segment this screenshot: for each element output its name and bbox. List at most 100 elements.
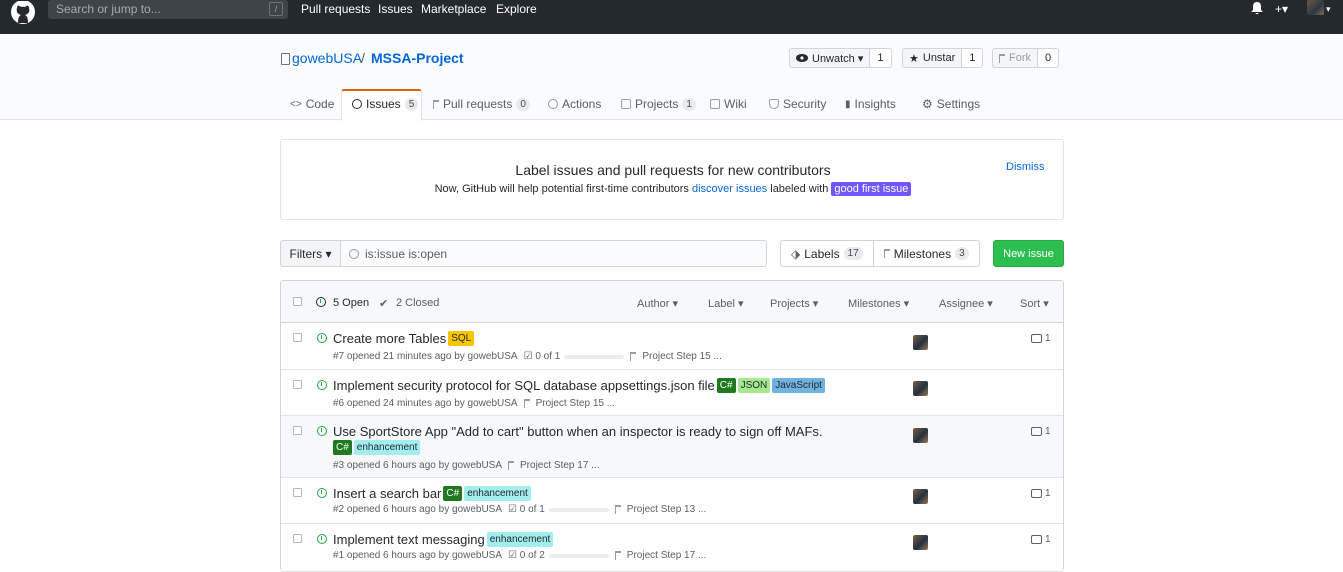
tab-insights[interactable]: ▮ Insights	[845, 97, 896, 111]
discover-issues-link[interactable]: discover issues	[692, 183, 767, 195]
bell-icon[interactable]	[1251, 2, 1263, 15]
issue-checkbox[interactable]	[293, 333, 302, 342]
tab-wiki[interactable]: Wiki	[710, 97, 747, 111]
user-menu-caret-icon[interactable]: ▾	[1326, 4, 1331, 15]
issue-title-link[interactable]: Implement security protocol for SQL data…	[333, 378, 715, 393]
issue-label[interactable]: C#	[443, 486, 463, 501]
nav-marketplace[interactable]: Marketplace	[421, 2, 486, 16]
unwatch-button-group: Unwatch ▾ 1	[789, 48, 892, 68]
unstar-label: Unstar	[922, 52, 956, 64]
issue-meta: #7 opened 21 minutes ago by gowebUSA ☑ 0…	[333, 351, 722, 362]
assignee-avatar[interactable]	[913, 428, 928, 443]
issue-checkbox[interactable]	[293, 488, 302, 497]
tab-security[interactable]: Security	[769, 97, 826, 111]
tab-insights-label: Insights	[854, 97, 896, 111]
tab-projects[interactable]: Projects 1	[621, 97, 696, 111]
projects-dropdown[interactable]: Projects ▾	[770, 297, 818, 310]
issue-label[interactable]: enhancement	[353, 440, 421, 455]
select-all-checkbox[interactable]	[293, 297, 302, 306]
issue-project-link[interactable]: Project Step 15 ...	[642, 351, 722, 362]
issue-label[interactable]: C#	[716, 378, 736, 393]
issue-title-link[interactable]: Insert a search bar	[333, 486, 441, 501]
filters-button[interactable]: Filters ▾	[280, 240, 341, 267]
assignee-avatar[interactable]	[913, 535, 928, 550]
issue-label[interactable]: SQL	[448, 331, 475, 346]
nav-explore[interactable]: Explore	[496, 2, 537, 16]
issue-checkbox[interactable]	[293, 534, 302, 543]
repo-owner-link[interactable]: gowebUSA	[292, 50, 362, 66]
issue-row[interactable]: Insert a search bar C# enhancement #2 op…	[281, 478, 1063, 524]
open-issues-filter[interactable]: 5 Open	[333, 297, 369, 309]
comments-link[interactable]: 1	[1031, 534, 1051, 545]
nav-pull-requests[interactable]: Pull requests	[301, 2, 370, 16]
labels-label: Labels	[804, 246, 840, 261]
stargazers-count[interactable]: 1	[962, 48, 984, 68]
tab-settings[interactable]: ⚙ Settings	[922, 97, 980, 111]
sort-dropdown[interactable]: Sort ▾	[1020, 297, 1049, 310]
issue-project-link[interactable]: Project Step 13 ...	[627, 504, 707, 515]
milestones-dropdown[interactable]: Milestones ▾	[848, 297, 909, 310]
issue-checkbox[interactable]	[293, 426, 302, 435]
issue-label[interactable]: JSON	[737, 378, 771, 393]
comments-count: 1	[1045, 333, 1051, 344]
comments-link[interactable]: 1	[1031, 426, 1051, 437]
assignee-avatar[interactable]	[913, 381, 928, 396]
watchers-count[interactable]: 1	[870, 48, 892, 68]
tab-code[interactable]: <> Code	[290, 97, 334, 111]
comment-icon	[1031, 427, 1042, 436]
dismiss-button[interactable]: Dismiss	[1006, 161, 1045, 173]
milestones-button[interactable]: Milestones 3	[872, 241, 979, 266]
closed-issues-filter[interactable]: 2 Closed	[396, 297, 439, 309]
issue-project-link[interactable]: Project Step 17 ...	[627, 550, 707, 561]
issue-search-input[interactable]: is:issue is:open	[340, 240, 767, 267]
unstar-button-group: ★ Unstar 1	[902, 48, 984, 68]
comments-count: 1	[1045, 426, 1051, 437]
issue-search-query: is:issue is:open	[365, 246, 448, 261]
tab-actions[interactable]: Actions	[548, 97, 601, 111]
task-progress: ☑ 0 of 1	[524, 351, 625, 362]
issue-title-line: Implement security protocol for SQL data…	[333, 378, 825, 393]
good-first-issue-label[interactable]: good first issue	[831, 182, 912, 196]
issue-project-link[interactable]: Project Step 17 ...	[520, 460, 600, 471]
assignee-avatar[interactable]	[913, 489, 928, 504]
tab-issues[interactable]: Issues 5	[352, 97, 419, 111]
issue-row[interactable]: Implement security protocol for SQL data…	[281, 370, 1063, 416]
author-dropdown[interactable]: Author ▾	[637, 297, 678, 310]
issue-title-line: Use SportStore App "Add to cart" button …	[333, 424, 823, 439]
unstar-button[interactable]: ★ Unstar	[902, 48, 963, 68]
new-issue-button[interactable]: New issue	[993, 240, 1064, 267]
issue-checkbox[interactable]	[293, 380, 302, 389]
comments-link[interactable]: 1	[1031, 488, 1051, 499]
issue-title-link[interactable]: Create more Tables	[333, 331, 446, 346]
issue-title-link[interactable]: Implement text messaging	[333, 532, 485, 547]
label-dropdown[interactable]: Label ▾	[708, 297, 744, 310]
assignee-avatar[interactable]	[913, 335, 928, 350]
fork-button[interactable]: Fork	[992, 48, 1038, 68]
issue-row[interactable]: Create more Tables SQL #7 opened 21 minu…	[281, 323, 1063, 370]
repo-name-link[interactable]: MSSA-Project	[371, 50, 464, 66]
issue-opened-icon	[317, 488, 327, 498]
github-logo-icon[interactable]	[10, 1, 36, 27]
fork-button-group: Fork 0	[992, 48, 1060, 68]
issue-project-link[interactable]: Project Step 15 ...	[536, 398, 616, 409]
issue-title-line: Create more Tables SQL	[333, 331, 475, 346]
issue-opened-meta: #3 opened 6 hours ago by gowebUSA	[333, 460, 503, 471]
labels-button[interactable]: ⬗ Labels 17	[781, 241, 873, 266]
forks-count[interactable]: 0	[1038, 48, 1060, 68]
issue-title-link[interactable]: Use SportStore App "Add to cart" button …	[333, 424, 823, 439]
search-input[interactable]: Search or jump to... /	[48, 0, 288, 19]
unwatch-button[interactable]: Unwatch ▾	[789, 48, 871, 68]
user-avatar[interactable]	[1307, 0, 1324, 15]
create-new-dropdown[interactable]: +▾	[1275, 2, 1288, 16]
tab-pull-requests[interactable]: Pull requests 0	[433, 97, 530, 111]
issue-row[interactable]: Use SportStore App "Add to cart" button …	[281, 416, 1063, 478]
issue-row[interactable]: Implement text messaging enhancement #1 …	[281, 524, 1063, 572]
comments-link[interactable]: 1	[1031, 333, 1051, 344]
tab-settings-label: Settings	[936, 97, 981, 111]
assignee-dropdown[interactable]: Assignee ▾	[939, 297, 993, 310]
issue-label[interactable]: enhancement	[486, 532, 554, 547]
issue-label[interactable]: JavaScript	[772, 378, 825, 393]
nav-issues[interactable]: Issues	[378, 2, 413, 16]
issue-label[interactable]: C#	[333, 440, 352, 455]
issue-label[interactable]: enhancement	[464, 486, 531, 501]
